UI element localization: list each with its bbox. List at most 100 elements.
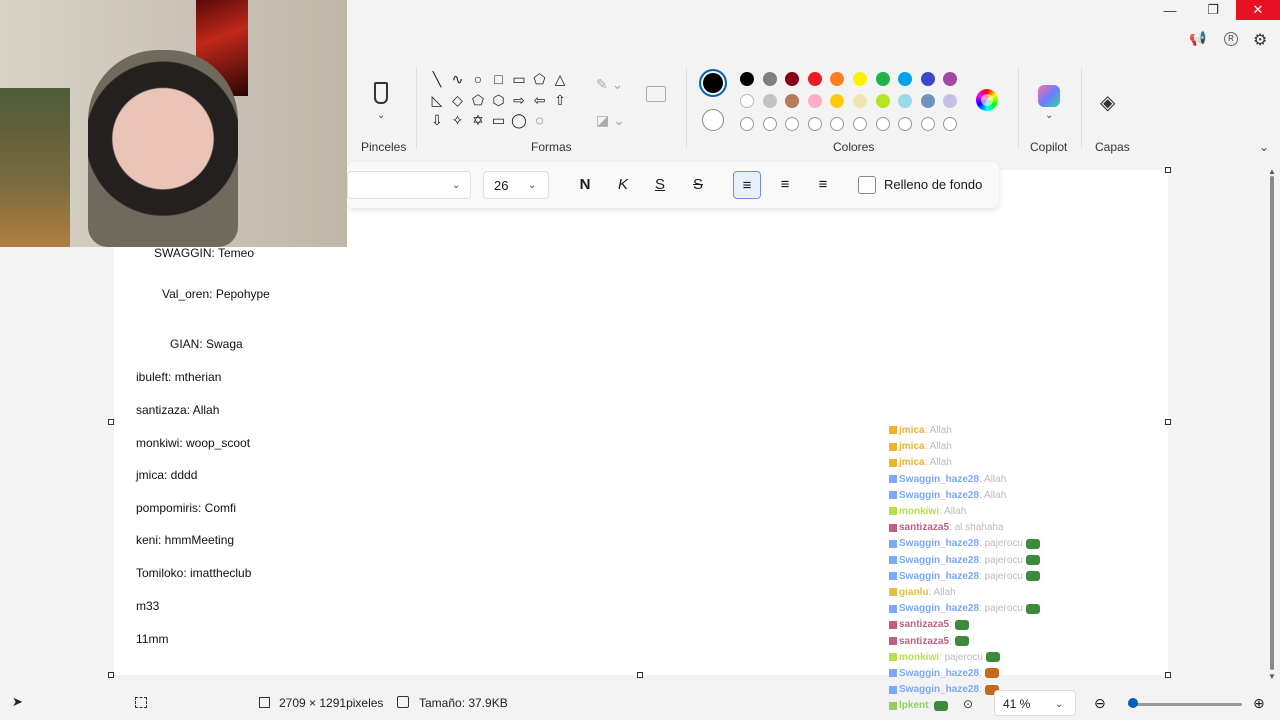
underline-button[interactable]: S <box>646 171 674 199</box>
shape-tool-6[interactable]: △ <box>551 70 569 88</box>
color-swatch[interactable] <box>875 72 890 86</box>
ribbon-collapse-icon[interactable]: ⌄ <box>1259 140 1269 154</box>
color-swatch[interactable] <box>807 72 822 86</box>
vertical-scrollbar[interactable] <box>1270 176 1274 670</box>
close-button[interactable]: ✕ <box>1236 0 1280 20</box>
chat-badge-icon <box>889 555 897 564</box>
maximize-button[interactable]: ❐ <box>1193 0 1233 20</box>
font-size-dropdown[interactable]: 26 ⌄ <box>483 171 549 199</box>
custom-color-slot[interactable] <box>807 117 822 131</box>
chat-username: Swaggin_haze28 <box>899 473 980 485</box>
zoom-in-icon[interactable]: ⊕ <box>1253 695 1265 712</box>
scroll-down-icon[interactable]: ▼ <box>1268 672 1276 681</box>
color-swatch[interactable] <box>920 94 935 108</box>
shape-tool-14[interactable]: ⇩ <box>428 111 446 129</box>
font-family-dropdown[interactable]: ⌄ <box>347 171 471 199</box>
resize-handle[interactable] <box>108 672 114 678</box>
align-center-button[interactable]: ≡ <box>771 171 799 199</box>
fit-view-icon[interactable]: ⊙ <box>963 697 973 711</box>
stream-chat-message: Swaggin_haze28: Allah <box>889 474 1006 486</box>
shape-tool-18[interactable]: ◯ <box>510 111 528 129</box>
fill-icon[interactable]: ◪ ⌄ <box>596 112 625 129</box>
resize-handle[interactable] <box>108 419 114 425</box>
color-swatch[interactable] <box>762 72 777 86</box>
copilot-icon[interactable] <box>1038 85 1060 107</box>
zoom-out-icon[interactable]: ⊖ <box>1094 695 1106 712</box>
shape-tool-7[interactable]: ◺ <box>428 91 446 109</box>
chat-username: Swaggin_haze28 <box>899 603 980 615</box>
chat-username: santizaza5 <box>899 619 950 631</box>
color-swatch[interactable] <box>875 94 890 108</box>
custom-color-slot[interactable] <box>740 117 754 131</box>
chevron-down-icon[interactable]: ⌄ <box>377 110 385 121</box>
resize-handle[interactable] <box>1165 672 1171 678</box>
shape-tool-16[interactable]: ✡ <box>469 111 487 129</box>
shape-tool-0[interactable]: ╲ <box>428 70 446 88</box>
shape-tool-11[interactable]: ⇨ <box>510 91 528 109</box>
account-icon[interactable]: R <box>1224 32 1238 46</box>
stream-chat-message: santizaza5: al shahaha <box>889 522 1004 534</box>
italic-button[interactable]: K <box>609 171 637 199</box>
shape-tool-2[interactable]: ○ <box>469 70 487 88</box>
align-left-button[interactable]: ≡ <box>733 171 761 199</box>
shape-tool-10[interactable]: ⬡ <box>490 91 508 109</box>
canvas-text-line: 11mm <box>136 632 169 646</box>
shape-tool-8[interactable]: ◇ <box>449 91 467 109</box>
align-right-button[interactable]: ≡ <box>809 171 837 199</box>
gear-icon[interactable]: ⚙ <box>1253 30 1267 50</box>
chevron-down-icon[interactable]: ⌄ <box>1045 110 1053 121</box>
file-size: Tamaño: 37.9KB <box>419 696 508 710</box>
shape-tool-13[interactable]: ⇧ <box>551 91 569 109</box>
color-swatch[interactable] <box>807 94 822 108</box>
resize-handle[interactable] <box>1165 167 1171 173</box>
edit-colors-icon[interactable] <box>976 89 998 111</box>
custom-color-slot[interactable] <box>920 117 935 131</box>
resize-handle[interactable] <box>1165 419 1171 425</box>
shape-tool-12[interactable]: ⇦ <box>531 91 549 109</box>
zoom-dropdown[interactable]: 41 % ⌄ <box>994 690 1076 716</box>
webcam-person <box>88 50 238 247</box>
color-swatch[interactable] <box>762 94 777 108</box>
shape-tool-5[interactable]: ⬠ <box>531 70 549 88</box>
layers-icon[interactable]: ◈ <box>1100 90 1115 115</box>
announcement-icon[interactable]: 📢 <box>1189 30 1206 47</box>
color-swatch[interactable] <box>740 72 754 86</box>
zoom-slider[interactable] <box>1128 703 1242 706</box>
custom-color-slot[interactable] <box>853 117 867 131</box>
resize-handle[interactable] <box>637 672 643 678</box>
chevron-down-icon: ⌄ <box>528 180 537 191</box>
shape-tool-3[interactable]: □ <box>490 70 508 88</box>
bold-button[interactable]: N <box>571 171 599 199</box>
background-fill-checkbox[interactable] <box>858 176 876 194</box>
chat-message-text: : <box>949 635 952 647</box>
color-swatch[interactable] <box>740 94 754 108</box>
shape-tool-17[interactable]: ▭ <box>490 111 508 129</box>
custom-color-slot[interactable] <box>875 117 890 131</box>
secondary-color-selector[interactable] <box>702 109 724 131</box>
shape-style-icon[interactable] <box>646 86 666 102</box>
canvas-text-line: jmica: dddd <box>136 468 198 482</box>
shape-tool-9[interactable]: ⬠ <box>469 91 487 109</box>
chat-emote-icon <box>1025 603 1040 614</box>
shape-tool-15[interactable]: ✧ <box>449 111 467 129</box>
chat-badge-icon <box>889 636 897 645</box>
color-swatch[interactable] <box>853 72 867 86</box>
color-swatch[interactable] <box>853 94 867 108</box>
text-toolbar: ⌄ 26 ⌄ N K S S ≡ ≡ ≡ Relleno de fondo <box>347 162 999 208</box>
custom-color-slot[interactable] <box>762 117 777 131</box>
scroll-up-icon[interactable]: ▲ <box>1268 167 1276 176</box>
shape-tool-4[interactable]: ▭ <box>510 70 528 88</box>
divider <box>686 68 687 148</box>
primary-color-selector[interactable] <box>699 69 727 97</box>
minimize-button[interactable]: — <box>1150 0 1190 20</box>
chat-message-text: : <box>979 668 982 679</box>
color-swatch[interactable] <box>920 72 935 86</box>
outline-icon[interactable]: ✎ ⌄ <box>596 76 623 93</box>
shape-tool-19[interactable]: ◌ <box>531 111 549 129</box>
strikethrough-button[interactable]: S <box>684 171 712 199</box>
chat-emote-icon <box>985 652 1000 663</box>
brush-icon[interactable] <box>374 82 388 104</box>
zoom-slider-thumb[interactable] <box>1128 698 1138 708</box>
shape-tool-1[interactable]: ∿ <box>449 70 467 88</box>
selection-icon <box>135 697 147 708</box>
